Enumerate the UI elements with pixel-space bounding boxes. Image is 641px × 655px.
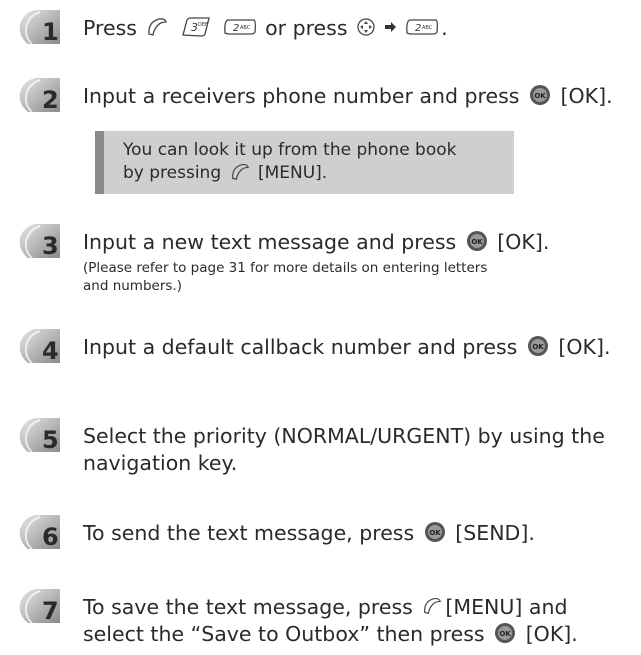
- step-2-text-main: Input a receivers phone number and press: [83, 84, 520, 108]
- svg-text:OK: OK: [499, 630, 511, 638]
- step-3-text: Input a new text message and press OK [O…: [83, 229, 549, 256]
- step-2-text-ok: [OK].: [560, 84, 613, 108]
- 3-def-key-icon: 3 DEF: [180, 16, 212, 38]
- step-badge: 2: [16, 76, 66, 116]
- step-number: 4: [42, 337, 59, 365]
- step-badge: 3: [16, 222, 66, 262]
- step-6-text: To send the text message, press OK [SEND…: [83, 520, 535, 547]
- step-4-text: Input a default callback number and pres…: [83, 334, 611, 361]
- step-badge: 6: [16, 513, 66, 553]
- note-line-1: You can look it up from the phone book: [123, 140, 457, 160]
- svg-text:OK: OK: [471, 238, 483, 246]
- step-6-text-send: [SEND].: [455, 521, 535, 545]
- step-7-text-ok: [OK].: [525, 622, 578, 646]
- note-line-2-text: by pressing: [123, 163, 222, 183]
- svg-text:OK: OK: [532, 343, 544, 351]
- step-1-text: Press 3 DEF 2 ABC or press 2 ABC .: [83, 15, 448, 42]
- menu-key-icon: [229, 162, 251, 182]
- arrow-icon: [384, 21, 397, 33]
- step-4-text-ok: [OK].: [558, 335, 611, 359]
- step-7-text-main: To save the text message, press: [83, 595, 413, 619]
- svg-text:OK: OK: [534, 92, 546, 100]
- reference-note: (Please refer to page 31 for more detail…: [83, 259, 583, 295]
- reference-note-line-1: (Please refer to page 31 for more detail…: [83, 260, 488, 276]
- step-number: 2: [42, 86, 59, 114]
- svg-text:ABC: ABC: [422, 25, 433, 31]
- step-number: 1: [42, 18, 59, 46]
- ok-key-icon: OK: [423, 520, 447, 544]
- step-badge: 7: [16, 587, 66, 627]
- note-text: You can look it up from the phone book b…: [123, 139, 457, 185]
- step-4-text-main: Input a default callback number and pres…: [83, 335, 518, 359]
- menu-key-icon: [421, 596, 443, 616]
- step-7-text: To save the text message, press [MENU] a…: [83, 594, 603, 648]
- step-number: 7: [42, 597, 59, 625]
- step-1-text-press: Press: [83, 16, 137, 40]
- svg-text:2: 2: [233, 23, 239, 34]
- step-number: 3: [42, 232, 59, 260]
- note-accent-bar: [95, 131, 104, 194]
- svg-text:DEF: DEF: [198, 22, 208, 28]
- svg-text:3: 3: [191, 21, 198, 34]
- ok-key-icon: OK: [465, 229, 489, 253]
- step-badge: 5: [16, 416, 66, 456]
- note-line-2: by pressing [MENU].: [123, 162, 457, 185]
- note-box: You can look it up from the phone book b…: [95, 131, 514, 194]
- step-badge: 1: [16, 8, 66, 48]
- menu-key-icon: [145, 16, 169, 38]
- step-badge: 4: [16, 327, 66, 367]
- step-3-text-main: Input a new text message and press: [83, 230, 457, 254]
- step-1-text-or-press: or press: [265, 16, 348, 40]
- reference-note-line-2: and numbers.): [83, 278, 182, 294]
- svg-text:2: 2: [415, 23, 421, 34]
- step-badge-shape: 1: [19, 10, 61, 46]
- ok-key-icon: OK: [493, 621, 517, 645]
- 2-abc-key-icon: 2 ABC: [405, 18, 439, 36]
- ok-key-icon: OK: [528, 83, 552, 107]
- step-2-text: Input a receivers phone number and press…: [83, 83, 613, 110]
- note-line-2-menu: [MENU].: [257, 163, 328, 183]
- step-6-text-main: To send the text message, press: [83, 521, 415, 545]
- navigation-key-icon: [356, 17, 376, 37]
- svg-text:ABC: ABC: [240, 25, 251, 31]
- step-5-text: Select the priority (NORMAL/URGENT) by u…: [83, 424, 605, 475]
- 2-abc-key-icon: 2 ABC: [223, 18, 257, 36]
- step-number: 5: [42, 426, 59, 454]
- step-number: 6: [42, 523, 59, 551]
- svg-text:OK: OK: [429, 529, 441, 537]
- step-3-text-ok: [OK].: [497, 230, 550, 254]
- ok-key-icon: OK: [526, 334, 550, 358]
- step-1-text-period: .: [441, 16, 448, 40]
